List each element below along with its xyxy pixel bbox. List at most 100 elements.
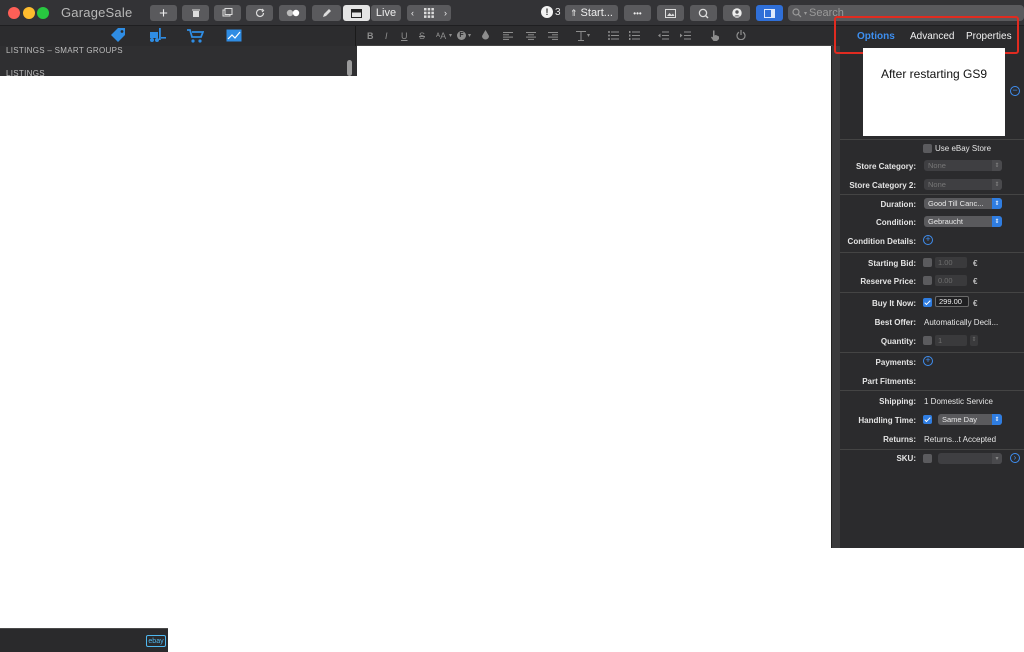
inspector-splitter[interactable] (831, 46, 840, 548)
preview-action-icon[interactable]: − (1010, 86, 1020, 96)
quantity-stepper[interactable]: ⇕ (970, 335, 978, 346)
sku-go-icon[interactable]: › (1010, 453, 1020, 463)
listing-preview[interactable]: After restarting GS9 (863, 48, 1005, 136)
search-icon (792, 8, 802, 18)
font-size-button[interactable]: ᴬA (436, 31, 446, 41)
close-window-button[interactable] (8, 7, 20, 19)
pointer-icon[interactable] (710, 30, 720, 41)
listing-tools-bar (0, 26, 356, 46)
underline-button[interactable]: U (401, 31, 408, 41)
use-ebay-store-label: Use eBay Store (935, 144, 992, 153)
add-condition-details-icon[interactable]: + (923, 235, 933, 245)
returns-value[interactable]: Returns...t Accepted (924, 435, 996, 444)
handling-time-checkbox[interactable] (923, 415, 932, 424)
user-icon (731, 8, 742, 18)
delete-button[interactable] (182, 5, 209, 21)
toggle-button[interactable] (279, 5, 306, 21)
indent-icon[interactable] (680, 31, 691, 40)
add-payments-icon[interactable]: + (923, 356, 933, 366)
best-offer-label: Best Offer: (874, 318, 916, 327)
numbered-list-icon[interactable] (629, 31, 640, 40)
align-right-icon[interactable] (548, 32, 558, 40)
condition-details-label: Condition Details: (847, 237, 916, 246)
reserve-price-checkbox[interactable] (923, 276, 932, 285)
sidebar-toggle-button[interactable] (756, 5, 783, 21)
account-button[interactable] (723, 5, 750, 21)
refresh-button[interactable] (246, 5, 273, 21)
handling-time-select[interactable]: Same Day ⇕ (938, 414, 1002, 425)
chevron-left-icon[interactable]: ‹ (411, 8, 414, 18)
reserve-price-field[interactable]: 0.00 (935, 275, 967, 286)
strikethrough-button[interactable]: S (419, 31, 425, 41)
refresh-icon (255, 8, 264, 18)
updown-icon: ⇕ (992, 216, 1002, 227)
duration-label: Duration: (880, 200, 916, 209)
returns-label: Returns: (883, 435, 916, 444)
ebay-button[interactable]: ebay (146, 635, 166, 647)
bullet-list-icon[interactable] (608, 31, 619, 40)
store-category-label: Store Category: (855, 162, 916, 171)
tag-icon[interactable] (110, 27, 128, 44)
inspect-button[interactable] (690, 5, 717, 21)
view-switcher[interactable]: ‹ › (407, 5, 451, 21)
preview-text: After restarting GS9 (880, 67, 988, 81)
duration-select[interactable]: Good Till Canc... ⇕ (924, 198, 1002, 209)
condition-select[interactable]: Gebraucht ⇕ (924, 216, 1002, 227)
shipping-value[interactable]: 1 Domestic Service (924, 397, 993, 406)
add-listing-button[interactable]: + (150, 5, 177, 22)
smart-groups-header[interactable]: LISTINGS – SMART GROUPS (6, 46, 123, 55)
italic-button[interactable]: I (385, 31, 388, 41)
buy-it-now-checkbox[interactable] (923, 298, 932, 307)
reserve-price-currency: € (973, 277, 978, 286)
forklift-icon[interactable] (148, 28, 166, 43)
updown-icon: ⇕ (992, 414, 1002, 425)
reserve-price-label: Reserve Price: (860, 277, 916, 286)
chart-icon[interactable] (226, 29, 242, 42)
listings-header[interactable]: LISTINGS (6, 69, 45, 78)
font-dropdown-icon: ▾ (468, 33, 472, 39)
zoom-window-button[interactable] (37, 7, 49, 19)
more-button[interactable]: ••• (624, 5, 651, 21)
starting-bid-field[interactable]: 1.00 (935, 257, 967, 268)
align-center-icon[interactable] (526, 32, 536, 40)
duplicate-button[interactable] (214, 5, 241, 21)
edit-button[interactable] (312, 5, 341, 21)
quantity-field[interactable]: 1 (935, 335, 967, 346)
photo-icon (665, 8, 676, 18)
sku-checkbox[interactable] (923, 454, 932, 463)
sidebar-scrollbar[interactable] (347, 60, 352, 76)
quantity-checkbox[interactable] (923, 336, 932, 345)
sku-select[interactable]: ▾ (938, 453, 1002, 464)
pencil-icon (322, 9, 331, 17)
cart-icon[interactable] (187, 29, 204, 43)
layout-button[interactable] (343, 5, 370, 21)
store-category-select[interactable]: None ⇕ (924, 160, 1002, 171)
start-button[interactable]: ⇑ Start... (565, 5, 618, 21)
font-size-dropdown-icon: ▾ (449, 33, 453, 39)
chevron-right-icon[interactable]: › (444, 8, 447, 18)
best-offer-value[interactable]: Automatically Decli... (924, 318, 998, 327)
handling-time-label: Handling Time: (858, 416, 916, 425)
text-color-icon[interactable] (482, 30, 489, 40)
divider (840, 194, 1024, 195)
line-spacing-dropdown-icon: ▾ (587, 33, 591, 39)
part-fitments-label: Part Fitments: (862, 377, 916, 386)
condition-value: Gebraucht (928, 217, 964, 226)
bold-button[interactable]: B (367, 31, 374, 41)
outdent-icon[interactable] (658, 31, 669, 40)
alert-icon[interactable]: ! (541, 6, 553, 18)
photo-button[interactable] (657, 5, 684, 21)
store-category-value: None (928, 161, 946, 170)
buy-it-now-field[interactable]: 299.00 (935, 296, 969, 307)
align-left-icon[interactable] (503, 32, 513, 40)
font-button[interactable]: F (457, 31, 466, 40)
starting-bid-checkbox[interactable] (923, 258, 932, 267)
chevron-down-icon: ▾ (992, 453, 1002, 464)
live-button[interactable]: Live (371, 5, 401, 21)
power-icon[interactable] (736, 30, 746, 40)
store-category-2-select[interactable]: None ⇕ (924, 179, 1002, 190)
use-ebay-store-checkbox[interactable] (923, 144, 932, 153)
minimize-window-button[interactable] (23, 7, 35, 19)
store-category-2-label: Store Category 2: (849, 181, 916, 190)
status-bar: ebay (0, 628, 168, 652)
